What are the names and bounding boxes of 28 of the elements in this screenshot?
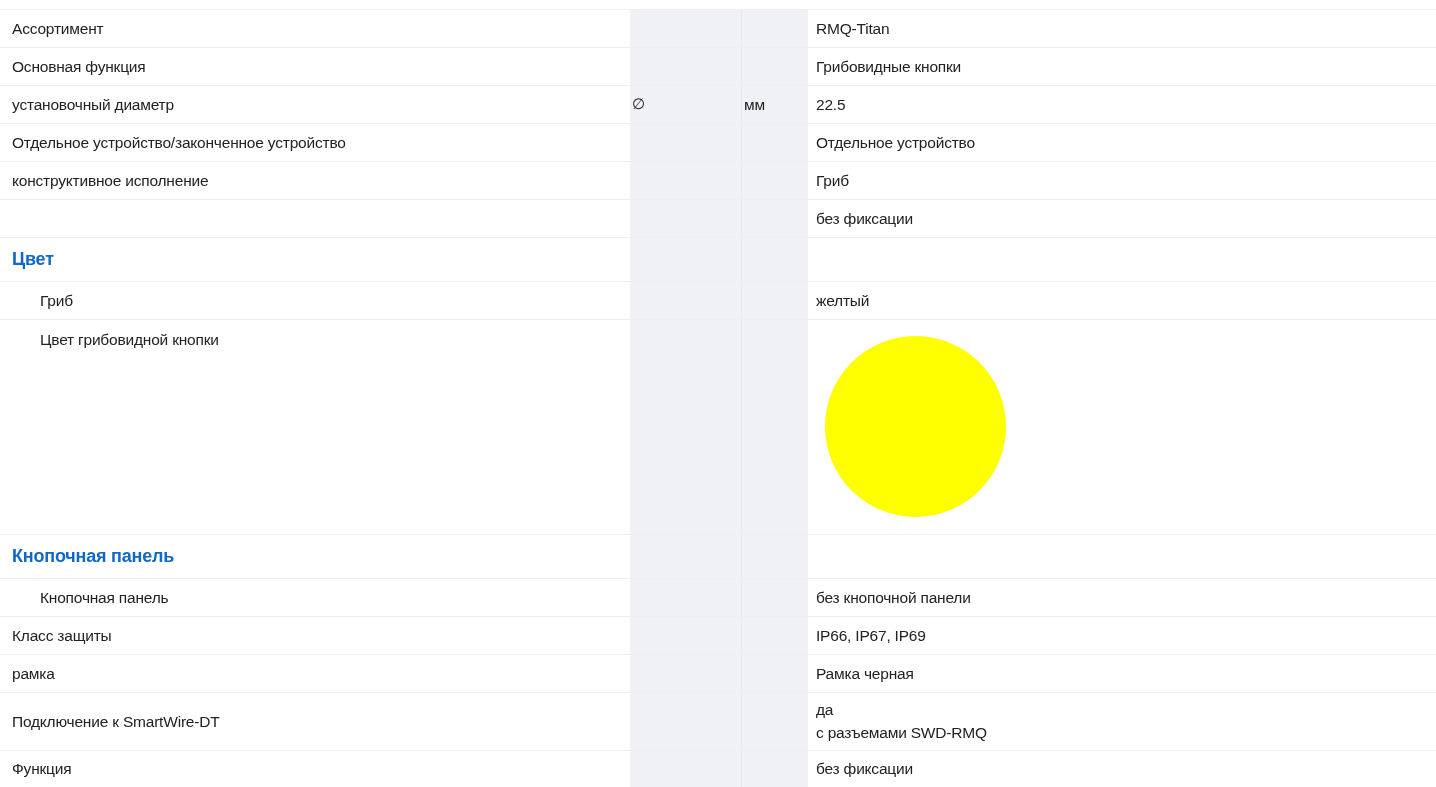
- property-label: Функция: [12, 759, 72, 780]
- property-value: без кнопочной панели: [816, 587, 971, 608]
- property-label: Подключение к SmartWire-DT: [12, 711, 220, 732]
- property-value: IP66, IP67, IP69: [816, 625, 926, 646]
- property-value: Грибовидные кнопки: [816, 56, 962, 77]
- property-value: без фиксации: [816, 759, 913, 780]
- property-value: 22.5: [816, 94, 846, 115]
- property-label: Ассортимент: [12, 18, 104, 39]
- property-value: Отдельное устройство: [816, 132, 975, 153]
- property-value: Гриб: [816, 170, 849, 191]
- property-label: Кнопочная панель: [40, 587, 169, 608]
- property-label: Цвет грибовидной кнопки: [40, 330, 219, 350]
- property-label: Отдельное устройство/законченное устройство: [12, 132, 346, 153]
- property-label: установочный диаметр: [12, 94, 174, 115]
- property-label: Гриб: [40, 290, 73, 311]
- property-value: да с разъемами SWD-RMQ: [816, 700, 987, 744]
- property-label: конструктивное исполнение: [12, 170, 209, 191]
- unit-label: мм: [744, 94, 765, 115]
- property-label: Класс защиты: [12, 625, 112, 646]
- property-value: Рамка черная: [816, 663, 914, 684]
- section-heading: Кнопочная панель: [12, 545, 175, 568]
- property-label: рамка: [12, 663, 55, 684]
- property-value: RMQ-Titan: [816, 18, 890, 39]
- property-label: Основная функция: [12, 56, 146, 77]
- section-heading: Цвет: [12, 248, 54, 271]
- property-value: без фиксации: [816, 208, 913, 229]
- property-value: желтый: [816, 290, 870, 311]
- diameter-symbol: ∅: [632, 94, 645, 115]
